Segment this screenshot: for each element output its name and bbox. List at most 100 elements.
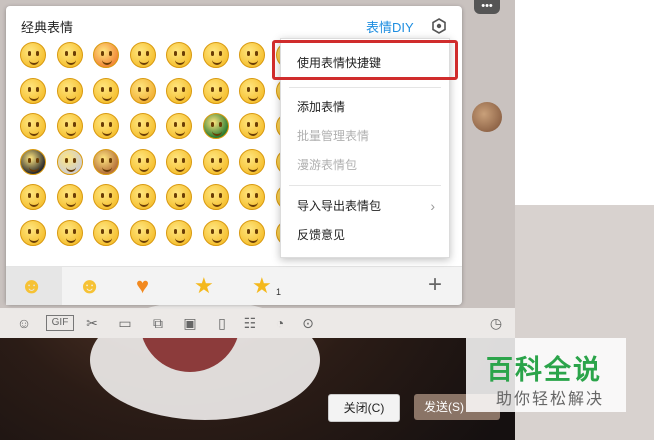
gif-icon[interactable]: GIF — [46, 315, 74, 331]
folder-icon[interactable]: ▭ — [115, 314, 135, 332]
tab-star-1[interactable]: ★ 1 — [238, 267, 294, 305]
emoji-item[interactable] — [166, 77, 192, 104]
menu-item-label: 导入导出表情包 — [297, 199, 382, 213]
emoji-mouth — [65, 166, 76, 172]
tab-favorites[interactable]: ♥ — [122, 267, 178, 305]
tab-badge: 1 — [276, 287, 282, 297]
emoji-item[interactable] — [166, 113, 192, 139]
message-toolbar: ☺ GIF ✂ ▭ ⧉ ▣ ▯ ☷ ◔ ⊙ ◷ — [0, 308, 515, 338]
emoji-item[interactable] — [202, 219, 229, 246]
emoji-mouth — [175, 166, 185, 172]
menu-divider — [289, 185, 441, 186]
emoji-tab-bar: ☻ ☻ ♥ ★ ★ 1 + — [6, 266, 462, 305]
more-icon[interactable]: ••• — [474, 0, 500, 14]
emoji-item[interactable] — [93, 184, 119, 210]
emoji-item[interactable] — [239, 184, 265, 210]
emoji-item[interactable] — [166, 219, 192, 246]
phone-icon[interactable]: ▯ — [212, 314, 232, 332]
emoji-item[interactable] — [202, 148, 229, 175]
smiley-face-icon: ☻ — [20, 273, 44, 298]
image-icon[interactable]: ▣ — [180, 314, 200, 332]
emoji-item[interactable] — [56, 219, 83, 246]
emoji-item[interactable] — [202, 42, 229, 68]
emoji-mouth — [29, 130, 39, 136]
emoji-item[interactable] — [93, 113, 119, 139]
emoji-item[interactable] — [93, 77, 119, 104]
emoji-mouth — [65, 59, 76, 65]
tab-classic[interactable]: ☻ — [6, 267, 62, 305]
emoji-item[interactable] — [129, 148, 156, 175]
emoji-mouth — [65, 237, 76, 243]
emoji-mouth — [138, 237, 149, 243]
emoji-diy-link[interactable]: 表情DIY — [366, 17, 414, 36]
emoji-item[interactable] — [20, 113, 46, 139]
emoji-mouth — [248, 237, 258, 243]
emoji-item[interactable] — [20, 219, 46, 246]
emoji-item[interactable] — [129, 184, 156, 210]
emoji-item[interactable] — [129, 113, 156, 139]
calendar-icon[interactable]: ☷ — [240, 314, 260, 332]
emoji-mouth — [248, 95, 258, 101]
emoji-mouth — [248, 59, 258, 65]
emoji-item[interactable] — [166, 148, 192, 175]
music-icon[interactable]: ◔ — [270, 314, 290, 332]
menu-item-import-export[interactable]: 导入导出表情包 › — [281, 192, 449, 220]
emoji-item[interactable] — [20, 77, 46, 104]
emoji-item[interactable] — [93, 219, 119, 246]
emoji-item[interactable] — [239, 219, 265, 246]
emoji-item[interactable] — [93, 148, 119, 175]
emoji-item[interactable] — [239, 148, 265, 175]
history-icon[interactable]: ◷ — [486, 314, 506, 332]
screenshot-icon[interactable]: ⧉ — [148, 314, 168, 332]
emoji-mouth — [248, 130, 258, 136]
more-options-icon[interactable]: ⊙ — [298, 314, 318, 332]
emoji-item[interactable] — [166, 184, 192, 210]
avatar[interactable] — [472, 102, 502, 132]
emoji-mouth — [211, 59, 222, 65]
scissors-icon[interactable]: ✂ — [82, 314, 102, 332]
emoji-item[interactable] — [129, 42, 156, 68]
emoji-mouth — [138, 166, 149, 172]
emoji-item[interactable] — [202, 77, 229, 104]
emoji-item[interactable] — [166, 42, 192, 68]
tab-grinning[interactable]: ☻ — [64, 267, 120, 305]
menu-divider — [289, 87, 441, 88]
emoji-mouth — [29, 95, 39, 101]
emoji-mouth — [102, 59, 112, 65]
emoji-item[interactable] — [56, 42, 83, 68]
add-emoji-tab-button[interactable]: + — [416, 267, 462, 305]
emoji-item[interactable] — [129, 77, 156, 104]
menu-item-add[interactable]: 添加表情 — [281, 93, 449, 121]
grinning-face-icon: ☻ — [78, 273, 102, 298]
emoji-mouth — [102, 95, 112, 101]
emoji-mouth — [211, 201, 222, 207]
emoji-item[interactable] — [56, 148, 83, 175]
emoji-mouth — [102, 201, 112, 207]
emoji-mouth — [138, 201, 149, 207]
emoji-item[interactable] — [202, 184, 229, 210]
close-button[interactable]: 关闭(C) — [328, 394, 400, 422]
tab-star[interactable]: ★ — [180, 267, 236, 305]
menu-item-batch-manage: 批量管理表情 — [297, 129, 370, 143]
emoji-item[interactable] — [56, 113, 83, 139]
emoji-item[interactable] — [129, 219, 156, 246]
menu-item-feedback[interactable]: 反馈意见 — [281, 221, 449, 249]
emoji-item[interactable] — [56, 184, 83, 210]
emoji-item[interactable] — [20, 42, 46, 68]
emoji-item[interactable] — [239, 42, 265, 68]
settings-icon[interactable] — [431, 18, 447, 34]
emoji-mouth — [248, 201, 258, 207]
panel-title: 经典表情 — [21, 20, 74, 35]
emoji-item[interactable] — [20, 148, 46, 175]
chevron-right-icon: › — [430, 198, 435, 214]
emoji-item[interactable] — [239, 113, 265, 139]
emoji-mouth — [102, 130, 112, 136]
emoji-item[interactable] — [239, 77, 265, 104]
emoji-item[interactable] — [93, 42, 119, 68]
emoji-item[interactable] — [56, 77, 83, 104]
emoji-item[interactable] — [20, 184, 46, 210]
emoji-item[interactable] — [202, 113, 229, 139]
emoji-mouth — [175, 59, 185, 65]
emoji-mouth — [65, 95, 76, 101]
smiley-icon[interactable]: ☺ — [14, 314, 34, 332]
